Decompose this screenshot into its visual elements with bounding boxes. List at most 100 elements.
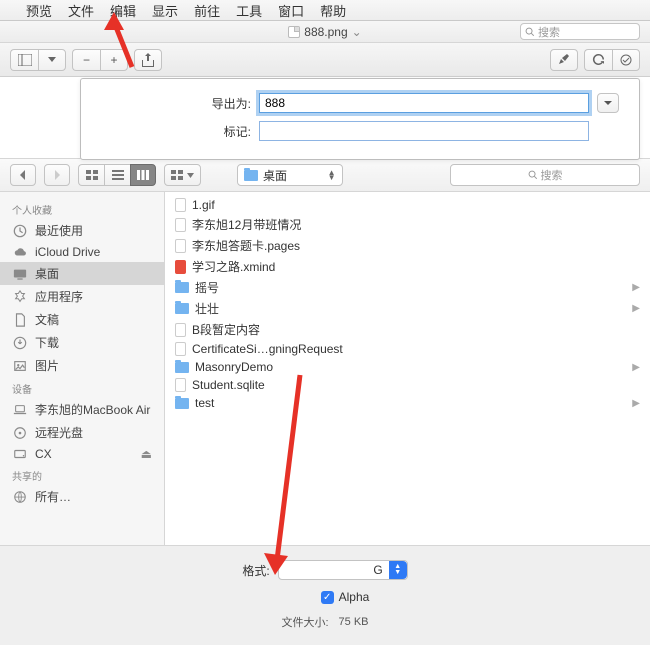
file-row[interactable]: 壮壮▶ [165, 298, 650, 319]
tags-input[interactable] [259, 121, 589, 141]
file-name: 李东旭答题卡.pages [192, 237, 300, 254]
menu-view[interactable]: 显示 [152, 1, 178, 20]
browser-search-field[interactable]: 搜索 [450, 164, 640, 186]
file-row[interactable]: CertificateSi…gningRequest [165, 340, 650, 358]
preview-search-field[interactable]: 搜索 [520, 23, 640, 40]
eject-icon[interactable]: ⏏ [141, 447, 152, 461]
document-icon [288, 26, 300, 38]
rotate-button[interactable] [584, 49, 612, 71]
sidebar-item-favorites-0[interactable]: 最近使用 [0, 219, 164, 242]
view-columns-button[interactable] [130, 164, 156, 186]
sidebar-item-favorites-5[interactable]: 下载 [0, 331, 164, 354]
file-name: 1.gif [192, 198, 215, 212]
file-row[interactable]: 学习之路.xmind [165, 256, 650, 277]
view-list-button[interactable] [104, 164, 130, 186]
menu-go[interactable]: 前往 [194, 1, 220, 20]
sqlite-icon [175, 378, 186, 392]
sidebar-item-label: 下载 [35, 334, 59, 351]
remote-icon [12, 426, 28, 440]
sidebar-item-shared-0[interactable]: 所有… [0, 485, 164, 508]
devices-heading: 设备 [0, 377, 164, 398]
chevron-down-icon [603, 98, 613, 108]
sidebar-item-label: 文稿 [35, 311, 59, 328]
markup-button[interactable] [612, 49, 640, 71]
location-popup[interactable]: 桌面 ▲▼ [237, 164, 343, 186]
file-name: 李东旭12月带班情况 [192, 216, 301, 233]
laptop-icon [12, 403, 28, 417]
xmind-icon [175, 260, 186, 274]
file-name: 摇号 [195, 279, 219, 296]
file-name: CertificateSi…gningRequest [192, 342, 343, 356]
doc-icon [175, 342, 186, 356]
menu-tools[interactable]: 工具 [236, 1, 262, 20]
sidebar-item-label: 图片 [35, 357, 59, 374]
export-filename-input[interactable] [259, 93, 589, 113]
sidebar-item-favorites-4[interactable]: 文稿 [0, 308, 164, 331]
sidebar-item-devices-2[interactable]: CX⏏ [0, 444, 164, 464]
highlight-button[interactable] [550, 49, 578, 71]
expand-sheet-button[interactable] [597, 93, 619, 113]
group-menu-button[interactable] [164, 164, 201, 186]
annotation-arrow-top [102, 12, 142, 75]
sidebar-item-favorites-2[interactable]: 桌面 [0, 262, 164, 285]
select-arrows-icon: ▲▼ [389, 561, 407, 579]
location-label: 桌面 [263, 167, 287, 184]
browser-search-placeholder: 搜索 [541, 167, 563, 183]
zoom-out-button[interactable]: − [72, 49, 100, 71]
doc-icon [175, 323, 186, 337]
view-mode-segment [78, 164, 156, 186]
sidebar-menu-button[interactable] [38, 49, 66, 71]
menu-file[interactable]: 文件 [68, 1, 94, 20]
sidebar-item-label: 所有… [35, 488, 71, 505]
preview-titlebar: 888.png ⌄ 搜索 [0, 21, 650, 43]
sidebar-item-favorites-1[interactable]: iCloud Drive [0, 242, 164, 262]
file-row[interactable]: B段暂定内容 [165, 319, 650, 340]
forward-button[interactable] [44, 164, 70, 186]
sidebar-item-devices-0[interactable]: 李东旭的MacBook Air [0, 398, 164, 421]
disclosure-arrow-icon: ▶ [632, 362, 640, 373]
disclosure-arrow-icon: ▶ [632, 398, 640, 409]
checkbox-checked-icon: ✓ [321, 591, 334, 604]
edited-indicator[interactable]: ⌄ [352, 25, 362, 39]
menu-preview[interactable]: 预览 [26, 1, 52, 20]
file-browser: 桌面 ▲▼ 搜索 个人收藏 最近使用iCloud Drive桌面应用程序文稿下载… [0, 158, 650, 545]
folder-icon [175, 398, 189, 409]
format-value: G [373, 563, 382, 577]
sidebar-item-label: 最近使用 [35, 222, 83, 239]
menu-help[interactable]: 帮助 [320, 1, 346, 20]
file-row[interactable]: 李东旭12月带班情况 [165, 214, 650, 235]
format-panel: 格式: G ▲▼ ✓ Alpha 文件大小: 75 KB [0, 545, 650, 645]
menu-window[interactable]: 窗口 [278, 1, 304, 20]
app-icon [12, 290, 28, 304]
search-icon [528, 170, 538, 180]
doc-icon [175, 198, 186, 212]
folder-icon [175, 362, 189, 373]
sidebar-item-label: iCloud Drive [35, 245, 100, 259]
file-row[interactable]: 1.gif [165, 196, 650, 214]
preview-search-placeholder: 搜索 [538, 24, 560, 40]
sidebar-item-label: 应用程序 [35, 288, 83, 305]
back-button[interactable] [10, 164, 36, 186]
macos-menubar: 预览 文件 编辑 显示 前往 工具 窗口 帮助 [0, 0, 650, 21]
document-title: 888.png [304, 25, 347, 39]
photo-icon [12, 359, 28, 373]
view-icons-button[interactable] [78, 164, 104, 186]
disclosure-arrow-icon: ▶ [632, 282, 640, 293]
export-as-label: 导出为: [101, 95, 251, 112]
sidebar-item-favorites-3[interactable]: 应用程序 [0, 285, 164, 308]
file-row[interactable]: 李东旭答题卡.pages [165, 235, 650, 256]
alpha-checkbox[interactable]: ✓ Alpha [321, 590, 370, 604]
sidebar-toggle-button[interactable] [10, 49, 38, 71]
file-browser-toolbar: 桌面 ▲▼ 搜索 [0, 159, 650, 192]
sidebar-item-devices-1[interactable]: 远程光盘 [0, 421, 164, 444]
doc-icon [175, 239, 186, 253]
disclosure-arrow-icon: ▶ [632, 303, 640, 314]
clock-icon [12, 224, 28, 238]
folder-icon [175, 303, 189, 314]
sidebar-item-favorites-6[interactable]: 图片 [0, 354, 164, 377]
file-row[interactable]: 摇号 ▶ [165, 277, 650, 298]
cloud-icon [12, 245, 28, 259]
filesize-value: 75 KB [339, 616, 369, 628]
tags-label: 标记: [101, 123, 251, 140]
disk-icon [12, 447, 28, 461]
